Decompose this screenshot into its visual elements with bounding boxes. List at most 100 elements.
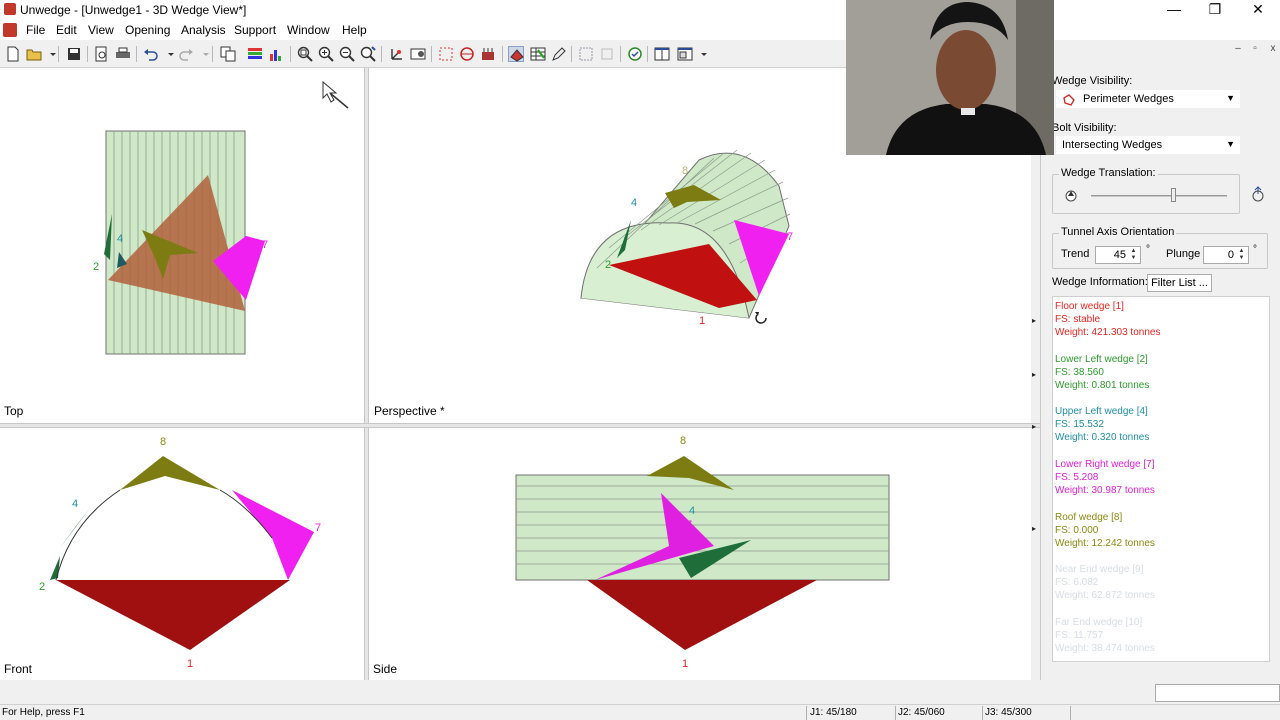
redo-dropdown-icon[interactable] xyxy=(198,46,209,62)
select-wedges-icon[interactable] xyxy=(438,46,454,62)
section-view-icon[interactable] xyxy=(459,46,475,62)
3d-view-icon[interactable] xyxy=(508,46,524,62)
bolt-visibility-select[interactable]: Intersecting Wedges ▼ xyxy=(1056,136,1240,154)
wedge-info-item[interactable]: Near End wedge [9] FS: 6.082 Weight: 62.… xyxy=(1055,563,1155,602)
zoom-out-icon[interactable] xyxy=(339,46,355,62)
bolt-pattern-icon[interactable] xyxy=(578,46,594,62)
display-options-icon[interactable] xyxy=(247,46,263,62)
copy-icon[interactable] xyxy=(220,46,236,62)
menu-edit[interactable]: Edit xyxy=(56,23,77,37)
open-folder-icon[interactable] xyxy=(26,46,42,62)
wedge-visibility-select[interactable]: Perimeter Wedges ▼ xyxy=(1056,90,1240,108)
new-file-icon[interactable] xyxy=(5,46,21,62)
panel-collapse-arrow-icon[interactable]: ▸ xyxy=(1032,422,1036,431)
support-icon[interactable] xyxy=(480,46,496,62)
axes-icon[interactable] xyxy=(389,46,405,62)
mdi-restore-button[interactable]: ▫ xyxy=(1247,41,1263,57)
menu-window[interactable]: Window xyxy=(287,23,330,37)
spinner-arrows-icon[interactable]: ▲ ▼ xyxy=(1236,248,1247,262)
compute-icon[interactable] xyxy=(627,46,643,62)
layout-icon[interactable] xyxy=(677,46,693,62)
trend-input[interactable]: 45 ▲ ▼ xyxy=(1095,246,1141,264)
print-preview-icon[interactable] xyxy=(93,46,109,62)
menu-bar: File Edit View Opening Analysis Support … xyxy=(0,20,1280,54)
wedge-info-item[interactable]: Lower Left wedge [2] FS: 38.560 Weight: … xyxy=(1055,353,1149,392)
trend-unit: ° xyxy=(1146,244,1150,255)
top-view-pane[interactable]: 4 2 7 Top xyxy=(0,68,364,423)
wedge-label: 4 xyxy=(72,498,78,510)
toolbar-separator xyxy=(647,46,648,62)
wedge-info-item[interactable]: Floor wedge [1] FS: stable Weight: 421.3… xyxy=(1055,300,1160,339)
wedge-label: 4 xyxy=(631,197,637,209)
floor-wedge[interactable] xyxy=(56,580,290,650)
view-settings-icon[interactable] xyxy=(410,46,426,62)
spinner-arrows-icon[interactable]: ▲ ▼ xyxy=(1128,248,1139,262)
menu-file[interactable]: File xyxy=(26,23,45,37)
menu-analysis[interactable]: Analysis xyxy=(181,23,226,37)
document-icon[interactable] xyxy=(3,23,17,37)
tile-vertical-icon[interactable] xyxy=(654,46,670,62)
perimeter-wedges-icon xyxy=(1063,94,1075,106)
translation-slider-thumb[interactable] xyxy=(1170,188,1176,202)
minimize-button[interactable]: — xyxy=(1152,0,1196,20)
restore-button[interactable]: ❐ xyxy=(1193,0,1237,20)
panel-collapse-arrow-icon[interactable]: ▸ xyxy=(1032,370,1036,379)
toolbar-separator xyxy=(58,46,59,62)
command-input[interactable] xyxy=(1155,684,1280,702)
menu-help[interactable]: Help xyxy=(342,23,367,37)
zoom-all-icon[interactable] xyxy=(297,46,313,62)
redo-icon[interactable] xyxy=(178,46,194,62)
wedge-info-item[interactable]: Far End wedge [10] FS: 11.757 Weight: 38… xyxy=(1055,616,1155,655)
undo-icon[interactable] xyxy=(143,46,159,62)
menu-view[interactable]: View xyxy=(88,23,114,37)
command-area xyxy=(0,680,1280,704)
reset-translation-icon[interactable] xyxy=(1250,186,1266,204)
close-button[interactable]: ✕ xyxy=(1236,0,1280,20)
wedge-info-item[interactable]: Lower Right wedge [7] FS: 5.208 Weight: … xyxy=(1055,458,1155,497)
zoom-window-icon[interactable] xyxy=(360,46,376,62)
tunnel-section xyxy=(56,468,290,580)
plunge-label: Plunge xyxy=(1166,248,1201,260)
wedge-info-list[interactable]: Floor wedge [1] FS: stable Weight: 421.3… xyxy=(1052,296,1270,662)
side-view-pane[interactable]: 8 4 7 1 Side xyxy=(369,428,1031,680)
side-view-canvas[interactable]: 8 4 7 1 xyxy=(369,428,1031,680)
wedge-info-item[interactable]: Roof wedge [8] FS: 0.000 Weight: 12.242 … xyxy=(1055,511,1155,550)
wedge-label: 7 xyxy=(787,231,793,243)
menu-opening[interactable]: Opening xyxy=(125,23,170,37)
bolt-disabled-icon[interactable] xyxy=(599,46,615,62)
layout-dropdown-icon[interactable] xyxy=(696,46,707,62)
front-view-pane[interactable]: 8 4 7 2 1 Front xyxy=(0,428,364,680)
wedge-translation-group: Wedge Translation: xyxy=(1052,167,1240,214)
wedge-label: 4 xyxy=(689,505,695,517)
save-icon[interactable] xyxy=(66,46,82,62)
mdi-minimize-button[interactable]: – xyxy=(1230,41,1246,57)
chart-icon[interactable] xyxy=(268,46,284,62)
mdi-close-button[interactable]: x xyxy=(1265,41,1280,57)
top-view-canvas[interactable]: 4 2 7 xyxy=(0,68,364,423)
wedge-info-item[interactable]: Upper Left wedge [4] FS: 15.532 Weight: … xyxy=(1055,405,1149,444)
open-dropdown-icon[interactable] xyxy=(45,46,56,62)
filter-list-button[interactable]: Filter List ... xyxy=(1147,274,1212,292)
wedge-table-icon[interactable] xyxy=(530,46,546,62)
wedge-translation-label: Wedge Translation: xyxy=(1059,167,1158,179)
menu-support[interactable]: Support xyxy=(234,23,276,37)
title-bar: Unwedge - [Unwedge1 - 3D Wedge View*] — … xyxy=(0,0,1280,20)
status-bar: For Help, press F1 J1: 45/180 J2: 45/060… xyxy=(0,704,1280,720)
chevron-down-icon: ▼ xyxy=(1226,139,1235,149)
zoom-in-icon[interactable] xyxy=(318,46,334,62)
wedge-label: 2 xyxy=(605,259,611,271)
panel-collapse-arrow-icon[interactable]: ▸ xyxy=(1032,316,1036,325)
front-view-canvas[interactable]: 8 4 7 2 1 xyxy=(0,428,364,680)
tunnel-axis-group: Tunnel Axis Orientation Trend 45 ▲ ▼ ° Pl… xyxy=(1052,226,1268,269)
translate-wedge-icon[interactable] xyxy=(1063,187,1079,203)
floor-wedge[interactable] xyxy=(587,580,817,650)
pen-icon[interactable] xyxy=(551,46,567,62)
status-j3: J3: 45/300 xyxy=(985,707,1032,718)
undo-dropdown-icon[interactable] xyxy=(163,46,174,62)
status-separator xyxy=(1070,706,1071,720)
print-icon[interactable] xyxy=(115,46,131,62)
wedge-visibility-label: Wedge Visibility: xyxy=(1052,75,1133,87)
panel-collapse-arrow-icon[interactable]: ▸ xyxy=(1032,524,1036,533)
translation-slider-track[interactable] xyxy=(1091,195,1227,197)
plunge-input[interactable]: 0 ▲ ▼ xyxy=(1203,246,1249,264)
